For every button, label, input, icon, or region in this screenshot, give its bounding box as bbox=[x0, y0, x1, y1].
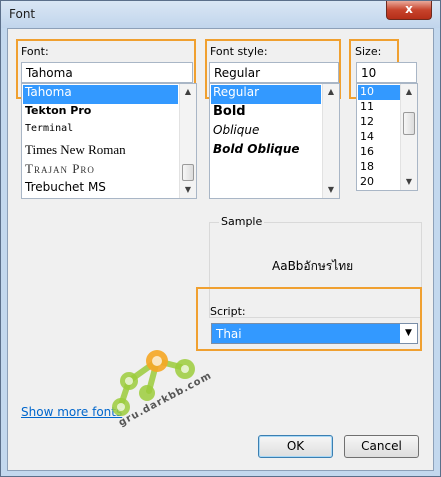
close-icon: x bbox=[405, 2, 413, 16]
font-item-tahoma[interactable]: Tahoma bbox=[23, 85, 178, 104]
font-style-list[interactable]: Regular Bold Oblique Bold Oblique ▲ ▼ bbox=[209, 83, 340, 199]
font-list-scroll-thumb[interactable] bbox=[182, 164, 194, 181]
style-item-oblique[interactable]: Oblique bbox=[211, 123, 321, 142]
size-item[interactable]: 11 bbox=[358, 100, 400, 115]
script-dropdown[interactable]: Thai ▼ bbox=[211, 323, 418, 344]
close-button[interactable]: x bbox=[386, 1, 432, 20]
size-list-scrollbar[interactable]: ▲ ▼ bbox=[400, 84, 417, 190]
size-label: Size: bbox=[355, 45, 382, 58]
ok-button[interactable]: OK bbox=[258, 435, 333, 458]
style-list-scrollbar[interactable]: ▲ ▼ bbox=[322, 84, 339, 198]
script-label: Script: bbox=[210, 305, 246, 318]
sample-label: Sample bbox=[219, 215, 265, 228]
font-list-scrollbar[interactable]: ▲ ▼ bbox=[179, 84, 196, 198]
cancel-button[interactable]: Cancel bbox=[344, 435, 419, 458]
script-value: Thai bbox=[216, 327, 242, 341]
title-bar[interactable]: Font x bbox=[1, 1, 440, 28]
font-style-label: Font style: bbox=[210, 45, 268, 58]
size-item[interactable]: 20 bbox=[358, 175, 400, 190]
scroll-up-arrow-icon[interactable]: ▲ bbox=[180, 84, 196, 100]
font-label: Font: bbox=[21, 45, 49, 58]
size-list-scroll-thumb[interactable] bbox=[403, 112, 415, 135]
style-item-bold[interactable]: Bold bbox=[211, 104, 321, 123]
font-item-times-new-roman[interactable]: Times New Roman bbox=[23, 142, 178, 161]
size-item[interactable]: 10 bbox=[358, 85, 400, 100]
size-item[interactable]: 12 bbox=[358, 115, 400, 130]
style-item-regular[interactable]: Regular bbox=[211, 85, 321, 104]
scroll-down-arrow-icon[interactable]: ▼ bbox=[401, 174, 417, 190]
dialog-client-area: Font: Tahoma Tahoma Tekton Pro Terminal … bbox=[7, 28, 434, 471]
font-item-trajan-pro[interactable]: Trajan Pro bbox=[23, 161, 178, 180]
size-input[interactable]: 10 bbox=[356, 62, 417, 83]
font-dialog: Font x Font: Tahoma Tahoma Tekton Pro Te… bbox=[0, 0, 441, 477]
scroll-up-arrow-icon[interactable]: ▲ bbox=[401, 84, 417, 100]
font-list[interactable]: Tahoma Tekton Pro Terminal Times New Rom… bbox=[21, 83, 197, 199]
font-style-input[interactable]: Regular bbox=[209, 62, 339, 83]
font-name-input[interactable]: Tahoma bbox=[21, 62, 193, 83]
size-item[interactable]: 14 bbox=[358, 130, 400, 145]
size-item[interactable]: 18 bbox=[358, 160, 400, 175]
sample-text: AaBbอักษรไทย bbox=[272, 259, 354, 273]
style-item-bold-oblique[interactable]: Bold Oblique bbox=[211, 142, 321, 161]
font-item-terminal[interactable]: Terminal bbox=[23, 123, 178, 142]
size-item[interactable]: 16 bbox=[358, 145, 400, 160]
font-item-tekton-pro[interactable]: Tekton Pro bbox=[23, 104, 178, 123]
watermark-logo: gru.darkbb.com bbox=[101, 339, 214, 465]
scroll-down-arrow-icon[interactable]: ▼ bbox=[180, 182, 196, 198]
scroll-up-arrow-icon[interactable]: ▲ bbox=[323, 84, 339, 100]
size-list[interactable]: 10 11 12 14 16 18 20 ▲ ▼ bbox=[356, 83, 418, 191]
chevron-down-icon[interactable]: ▼ bbox=[400, 324, 417, 343]
font-item-trebuchet-ms[interactable]: Trebuchet MS bbox=[23, 180, 178, 198]
window-title: Font bbox=[9, 7, 36, 21]
scroll-down-arrow-icon[interactable]: ▼ bbox=[323, 182, 339, 198]
